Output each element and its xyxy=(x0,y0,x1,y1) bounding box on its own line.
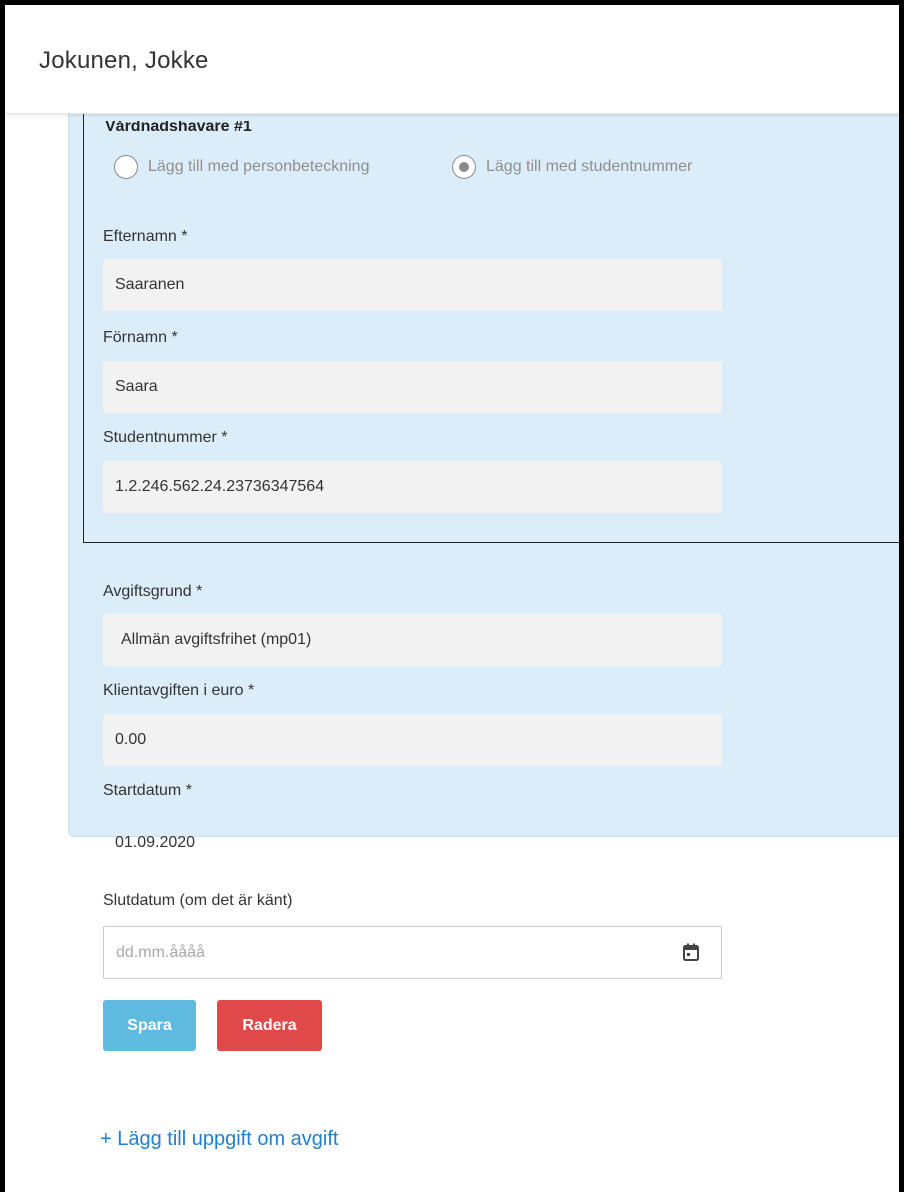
radio-personal-id-circle[interactable] xyxy=(114,155,138,179)
page-header: Jokunen, Jokke xyxy=(5,5,899,114)
end-date-placeholder: dd.mm.åååå xyxy=(116,943,205,961)
save-button[interactable]: Spara xyxy=(103,1000,196,1051)
fee-basis-value: Allmän avgiftsfrihet (mp01) xyxy=(121,631,312,648)
app-window: Vårdnadshavare #1 Lägg till med personbe… xyxy=(0,0,904,1192)
delete-button[interactable]: Radera xyxy=(217,1000,322,1051)
end-date-input[interactable]: dd.mm.åååå xyxy=(103,926,722,979)
start-date-value: 01.09.2020 xyxy=(115,834,196,851)
fee-basis-label: Avgiftsgrund * xyxy=(103,583,203,600)
fee-amount-value: 0.00 xyxy=(115,731,147,748)
page-title: Jokunen, Jokke xyxy=(39,47,209,74)
radio-student-number-circle[interactable] xyxy=(452,155,476,179)
calendar-icon[interactable] xyxy=(683,943,699,961)
start-date-label: Startdatum * xyxy=(103,782,192,799)
lastname-field: Saaranen xyxy=(103,259,722,311)
fee-basis-field: Allmän avgiftsfrihet (mp01) xyxy=(103,614,722,666)
radio-student-number-label[interactable]: Lägg till med studentnummer xyxy=(486,158,692,176)
fee-amount-field: 0.00 xyxy=(103,714,722,766)
firstname-label: Förnamn * xyxy=(103,329,178,346)
firstname-field: Saara xyxy=(103,361,722,413)
lastname-label: Efternamn * xyxy=(103,228,188,245)
studentnumber-value: 1.2.246.562.24.23736347564 xyxy=(115,478,325,495)
radio-student-number[interactable]: Lägg till med studentnummer xyxy=(452,152,692,182)
radio-personal-id-label[interactable]: Lägg till med personbeteckning xyxy=(148,158,369,176)
firstname-value: Saara xyxy=(115,378,158,395)
fee-amount-label: Klientavgiften i euro * xyxy=(103,682,255,699)
studentnumber-label: Studentnummer * xyxy=(103,429,228,446)
radio-personal-id[interactable]: Lägg till med personbeteckning xyxy=(114,152,369,182)
studentnumber-field: 1.2.246.562.24.23736347564 xyxy=(103,461,722,513)
lastname-value: Saaranen xyxy=(115,276,185,293)
end-date-label: Slutdatum (om det är känt) xyxy=(103,892,293,909)
add-fee-link[interactable]: + Lägg till uppgift om avgift xyxy=(100,1128,338,1151)
